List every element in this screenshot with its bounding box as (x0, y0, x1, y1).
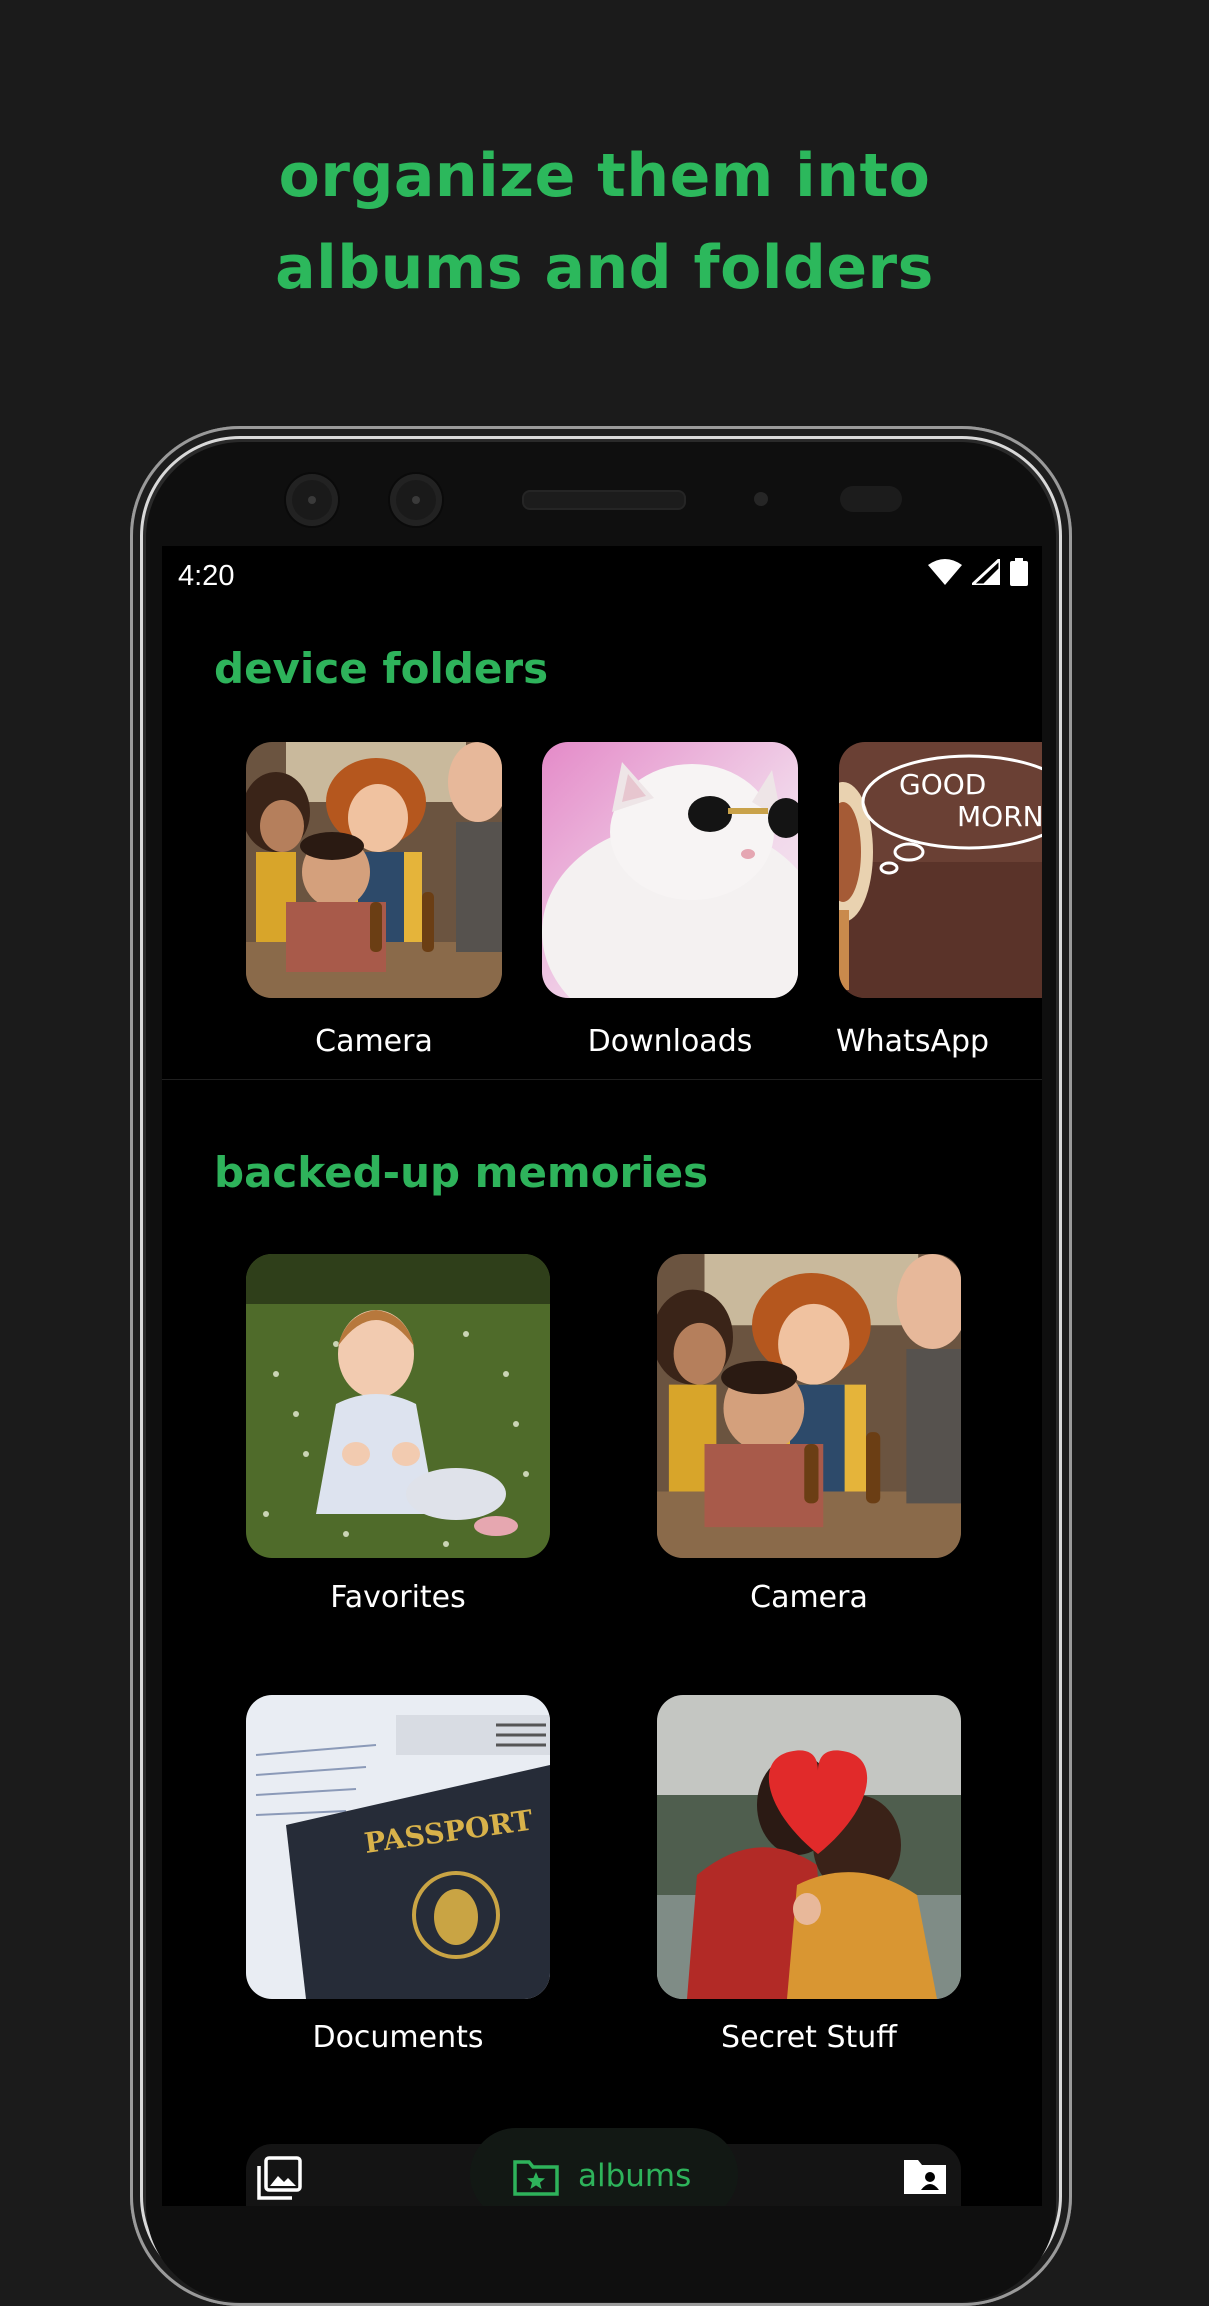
album-documents-label[interactable]: Documents (222, 2020, 574, 2055)
promo-headline: organize them into albums and folders (0, 130, 1209, 314)
good-morning-photo-icon: GOOD MORNING (839, 742, 1042, 998)
group-photo-icon (657, 1254, 961, 1558)
album-favorites-thumb[interactable] (246, 1254, 550, 1558)
device-folder-whatsapp-label[interactable]: WhatsApp (832, 1024, 1042, 1059)
photos-icon[interactable] (256, 2156, 302, 2200)
front-camera-icon (286, 474, 338, 526)
front-camera-2-icon (390, 474, 442, 526)
device-folders-title: device folders (214, 644, 549, 693)
device-folder-downloads-label[interactable]: Downloads (512, 1024, 828, 1059)
wifi-icon (928, 559, 962, 585)
album-secret-stuff-thumb[interactable] (657, 1695, 961, 1999)
proximity-sensor (754, 492, 768, 506)
album-documents-thumb[interactable]: PASSPORT (246, 1695, 550, 1999)
heart-balloon-photo-icon (657, 1695, 961, 1999)
status-time: 4:20 (178, 560, 235, 592)
device-folder-whatsapp-thumb[interactable]: GOOD MORNING (839, 742, 1042, 998)
cat-sunglasses-photo-icon (542, 742, 798, 998)
album-secret-stuff-label[interactable]: Secret Stuff (633, 2020, 985, 2055)
album-camera-thumb[interactable] (657, 1254, 961, 1558)
album-favorites-label[interactable]: Favorites (222, 1580, 574, 1615)
device-folder-camera-thumb[interactable] (246, 742, 502, 998)
device-folder-camera-label[interactable]: Camera (216, 1024, 532, 1059)
bottom-nav: albums (162, 2086, 1042, 2206)
battery-icon (1010, 558, 1028, 586)
device-folder-downloads-thumb[interactable] (542, 742, 798, 998)
baby-in-grass-photo-icon (246, 1254, 550, 1558)
headline-line-2: albums and folders (275, 233, 934, 303)
good-text: GOOD (899, 768, 986, 801)
earpiece-speaker (522, 490, 686, 510)
status-icons (928, 558, 1028, 586)
headline-line-1: organize them into (278, 141, 931, 211)
backed-up-memories-title: backed-up memories (214, 1148, 709, 1197)
section-divider (162, 1079, 1042, 1080)
status-bar: 4:20 (162, 546, 1042, 602)
album-camera-label[interactable]: Camera (633, 1580, 985, 1615)
group-photo-icon (246, 742, 502, 998)
light-sensor (840, 486, 902, 512)
morning-text: MORNING (957, 800, 1042, 833)
app-screen: 4:20 device folders Camera Downloads GOO… (162, 546, 1042, 2206)
nav-albums-label[interactable]: albums (578, 2158, 691, 2194)
cell-signal-icon (972, 559, 1000, 585)
shared-folder-icon[interactable] (902, 2158, 948, 2196)
passport-photo-icon: PASSPORT (246, 1695, 550, 1999)
albums-icon[interactable] (513, 2158, 559, 2196)
